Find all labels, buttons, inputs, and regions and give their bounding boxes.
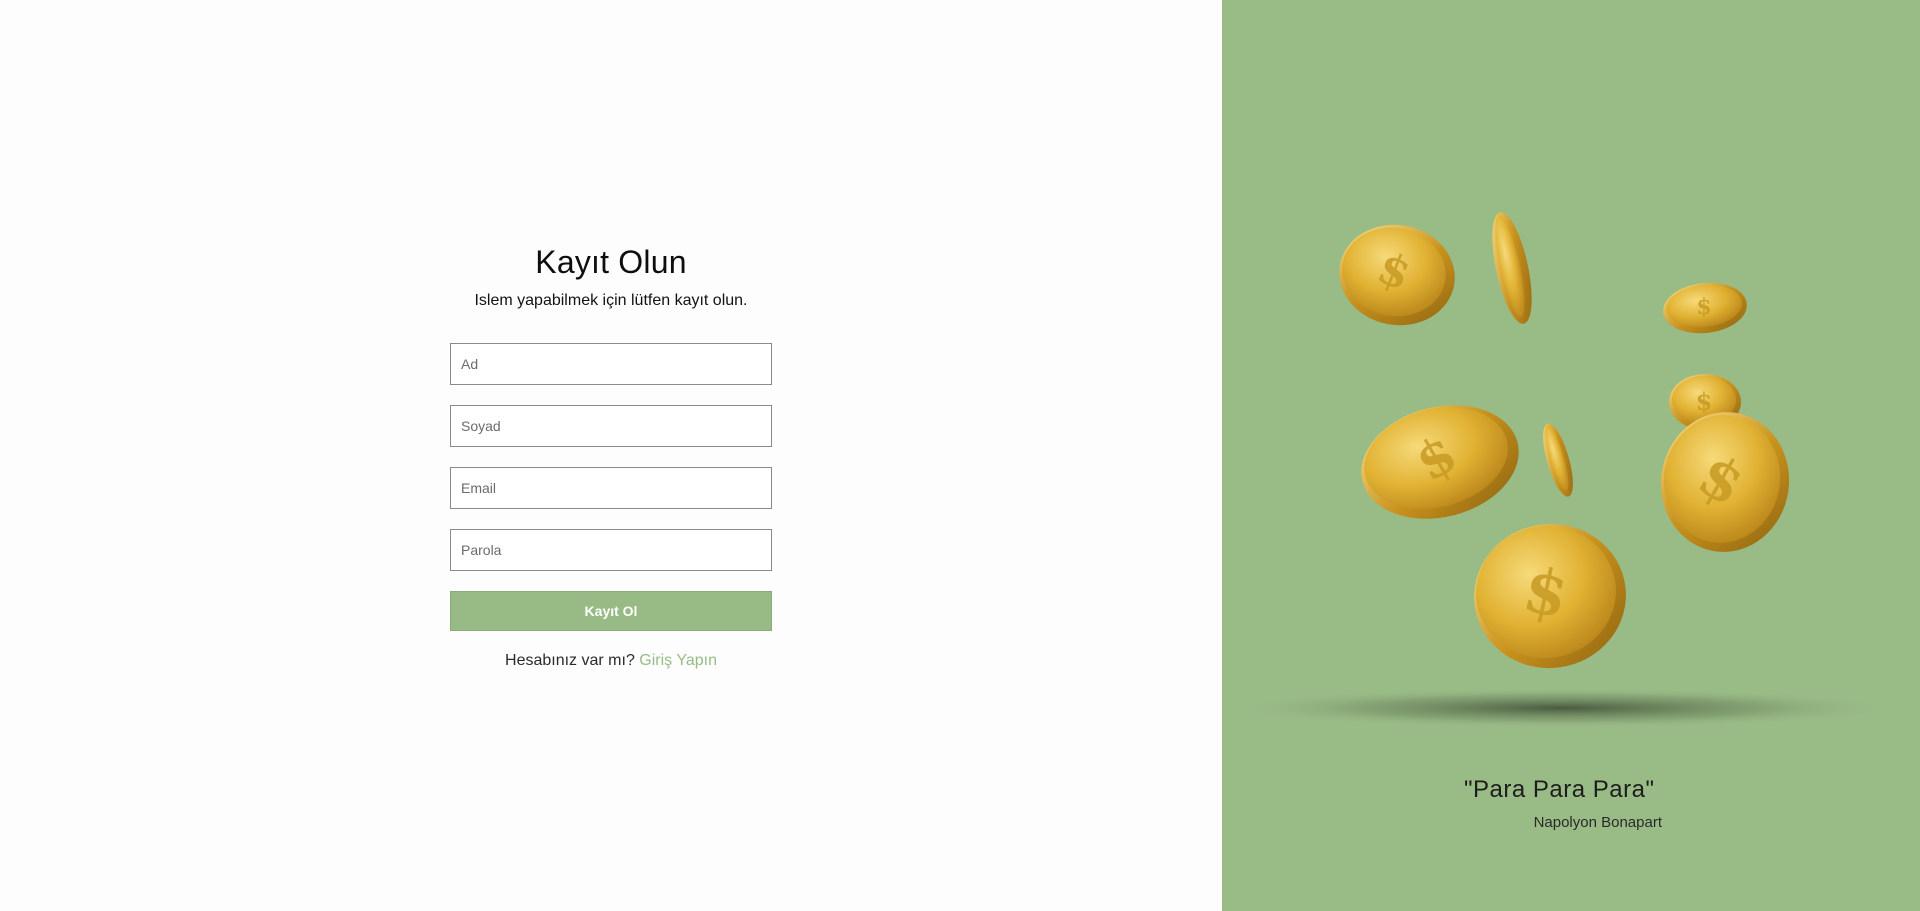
login-prompt-line: Hesabınız var mı? Giriş Yapın bbox=[450, 652, 772, 670]
quote-text: "Para Para Para" bbox=[1464, 776, 1655, 803]
promo-panel: $ $ $ $ $ $ "Para Para Para" Napolyon Bo… bbox=[1222, 0, 1920, 911]
coin-5 bbox=[1543, 423, 1573, 497]
coin-7: $ bbox=[1660, 412, 1790, 552]
coin-3: $ bbox=[1663, 282, 1747, 334]
signup-form: Kayıt Olun Islem yapabilmek için lütfen … bbox=[450, 240, 772, 670]
svg-text:$: $ bbox=[1696, 294, 1711, 320]
quote-author: Napolyon Bonapart bbox=[1533, 814, 1662, 831]
page-title: Kayıt Olun bbox=[535, 244, 687, 280]
login-prompt-text: Hesabınız var mı? bbox=[505, 652, 635, 669]
coin-2 bbox=[1492, 212, 1532, 324]
email-input[interactable] bbox=[450, 467, 772, 509]
page-subtitle: Islem yapabilmek için lütfen kayıt olun. bbox=[474, 292, 748, 309]
login-link[interactable]: Giriş Yapın bbox=[639, 652, 717, 669]
signup-form-area: Kayıt Olun Islem yapabilmek için lütfen … bbox=[0, 0, 1222, 911]
coin-shadow bbox=[1232, 688, 1892, 728]
svg-text:$: $ bbox=[1696, 387, 1713, 416]
register-button[interactable]: Kayıt Ol bbox=[450, 591, 772, 631]
coin-1: $ bbox=[1339, 224, 1455, 326]
signup-page: Kayıt Olun Islem yapabilmek için lütfen … bbox=[0, 0, 1920, 911]
password-input[interactable] bbox=[450, 529, 772, 571]
falling-coins-image: $ $ $ $ $ $ bbox=[1232, 212, 1892, 728]
first-name-input[interactable] bbox=[450, 343, 772, 385]
coin-8: $ bbox=[1474, 523, 1626, 669]
last-name-input[interactable] bbox=[450, 405, 772, 447]
coin-4: $ bbox=[1361, 405, 1519, 519]
